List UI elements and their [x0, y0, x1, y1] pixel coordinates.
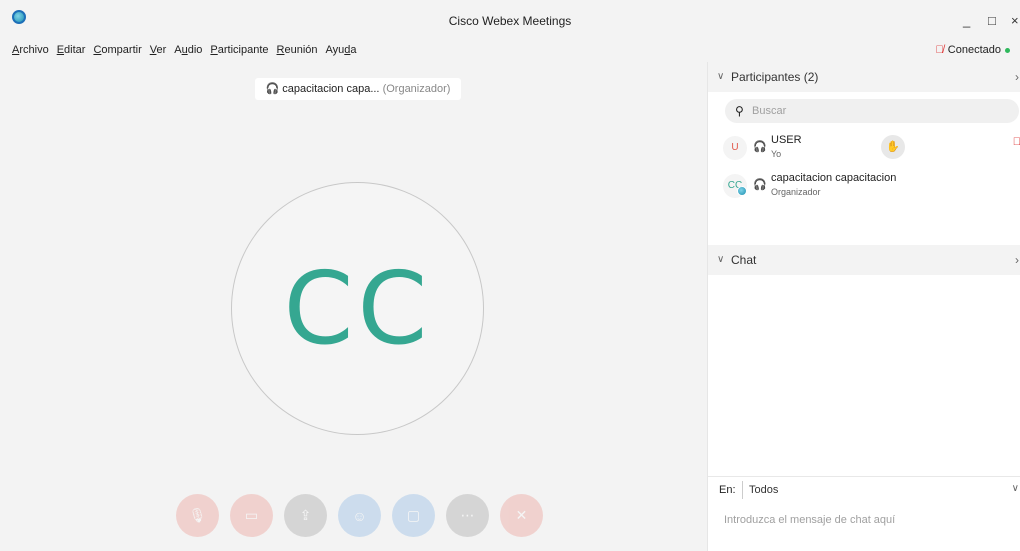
panel-close-icon[interactable]: ›	[1015, 245, 1019, 275]
headset-icon: 🎧	[753, 141, 767, 153]
menu-items: Archivo Editar Compartir Ver Audio Participan…	[12, 44, 357, 56]
menu-item[interactable]: Reunión	[277, 44, 318, 56]
participant-name: capacitacion capacitacion	[771, 172, 897, 184]
chat-panel-header[interactable]: ∨ Chat ›	[708, 245, 1020, 275]
menu-item-text: articipante	[217, 44, 269, 56]
menu-item-text: dio	[187, 44, 203, 56]
connection-status[interactable]: 🎙̸ Conectado	[936, 44, 1010, 56]
leave-icon: ✕	[515, 507, 528, 523]
chat-title: Chat	[731, 253, 757, 267]
menu-item-text: a	[350, 44, 357, 56]
microphone-button[interactable]: 🎙	[176, 494, 219, 537]
participants-panel-header[interactable]: ∨ Participantes (2) ›	[708, 62, 1020, 92]
menu-item[interactable]: Archivo	[12, 44, 49, 56]
menu-item-text: rchivo	[19, 44, 49, 56]
participant-avatar: U	[723, 136, 747, 160]
menu-item-text: eunión	[284, 44, 318, 56]
meeting-controls: 🎙 ▭ ⇪ ☺ ▢ ⋯ ✕	[176, 494, 543, 537]
participant-role: Organizador	[771, 187, 821, 197]
avatar-initials: CC	[283, 250, 432, 367]
participant-search-input[interactable]: ⚲ Buscar	[725, 99, 1019, 123]
menu-item[interactable]: Ayuda	[326, 44, 357, 56]
close-button[interactable]: ×	[1011, 14, 1019, 28]
participant-name: USER	[771, 134, 802, 146]
chat-icon: ▢	[406, 507, 421, 523]
participant-role: Yo	[771, 149, 782, 159]
menu-item-text: Ayu	[325, 44, 345, 56]
raise-hand-button[interactable]: ✋	[881, 135, 905, 159]
menu-item[interactable]: Compartir	[93, 44, 141, 56]
menu-item-text: er	[156, 44, 167, 56]
menu-item-text: ompartir	[101, 44, 142, 56]
headset-icon: 🎧	[265, 83, 280, 95]
participants-button[interactable]: ☺	[338, 494, 381, 537]
leave-button[interactable]: ✕	[500, 494, 543, 537]
share-button[interactable]: ⇪	[284, 494, 327, 537]
search-placeholder: Buscar	[752, 105, 787, 117]
more-button[interactable]: ⋯	[446, 494, 489, 537]
chat-to-label: En:	[719, 484, 736, 496]
chevron-down-icon: ∨	[1011, 483, 1019, 494]
presenter-role: (Organizador)	[382, 83, 451, 95]
chat-recipient-value: Todos	[749, 484, 779, 496]
window-title: Cisco Webex Meetings	[448, 14, 572, 28]
presenter-name: capacitacion capa...	[282, 83, 380, 95]
side-panel: ∨ Participantes (2) › ⚲ Buscar U 🎧 USER …	[707, 62, 1020, 551]
mic-muted-icon[interactable]: 🎙̸	[1013, 136, 1020, 148]
video-button[interactable]: ▭	[230, 494, 273, 537]
connection-label: Conectado	[947, 44, 1001, 56]
participant-row[interactable]: CC 🎧 capacitacion capacitacion Organizad…	[723, 170, 1020, 202]
minimize-button[interactable]: _	[963, 14, 970, 28]
microphone-icon: 🎙	[188, 507, 207, 523]
chevron-down-icon: ∨	[717, 71, 725, 82]
menu-item-mnemonic: E	[56, 44, 65, 56]
chat-message-input[interactable]: Introduzca el mensaje de chat aquí	[724, 514, 895, 526]
chat-recipient-select[interactable]: Todos ∨	[742, 481, 1020, 499]
chat-button[interactable]: ▢	[392, 494, 435, 537]
title-bar: Cisco Webex Meetings _ □ ×	[0, 0, 1020, 40]
chevron-down-icon: ∨	[717, 254, 725, 265]
panel-close-icon[interactable]: ›	[1015, 62, 1019, 92]
menu-item[interactable]: Participante	[210, 44, 268, 56]
menu-item[interactable]: Ver	[150, 44, 167, 56]
menu-item-text: A	[174, 44, 182, 56]
mic-muted-icon: 🎙̸	[935, 44, 944, 56]
presenter-label: 🎧 capacitacion capa... (Organizador)	[255, 78, 461, 100]
chat-recipient-row: En: Todos ∨	[708, 476, 1020, 503]
active-speaker-avatar: CC	[231, 182, 484, 435]
menu-item-text: ditar	[64, 44, 86, 56]
menu-item-mnemonic: P	[210, 44, 218, 56]
menu-item[interactable]: Audio	[174, 44, 202, 56]
webex-badge-icon	[737, 186, 747, 196]
share-icon: ⇪	[299, 507, 312, 523]
menu-item[interactable]: Editar	[57, 44, 86, 56]
participant-row[interactable]: U 🎧 USER Yo ✋ 🎙̸	[723, 132, 1020, 164]
menu-bar: Archivo Editar Compartir Ver Audio Participan…	[0, 40, 1020, 62]
participants-icon: ☺	[352, 507, 367, 524]
status-dot	[1005, 47, 1010, 53]
more-icon: ⋯	[460, 507, 475, 523]
maximize-button[interactable]: □	[988, 14, 996, 28]
headset-icon: 🎧	[753, 179, 767, 191]
search-icon: ⚲	[735, 104, 744, 118]
video-icon: ▭	[244, 507, 259, 523]
meeting-stage: 🎧 capacitacion capa... (Organizador) CC 🎙…	[0, 62, 707, 551]
participants-title: Participantes (2)	[731, 70, 819, 84]
